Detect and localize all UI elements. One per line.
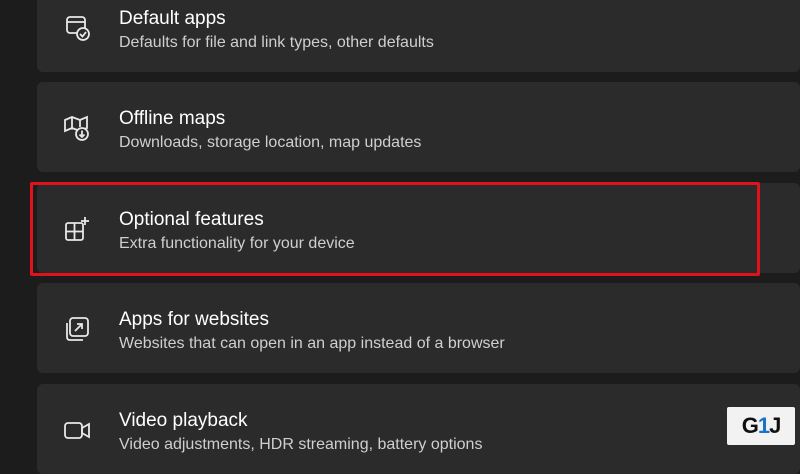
video-playback-icon <box>61 414 93 446</box>
apps-for-websites-icon <box>61 313 93 345</box>
settings-item-description: Downloads, storage location, map updates <box>119 134 422 151</box>
offline-maps-icon <box>61 112 93 144</box>
default-apps-icon <box>61 12 93 44</box>
settings-item-offline-maps[interactable]: Offline maps Downloads, storage location… <box>37 82 800 172</box>
settings-item-title: Default apps <box>119 8 226 29</box>
settings-item-video-playback[interactable]: Video playback Video adjustments, HDR st… <box>37 384 800 474</box>
optional-features-icon <box>61 213 93 245</box>
settings-item-optional-features[interactable]: Optional features Extra functionality fo… <box>37 183 800 273</box>
settings-item-description: Defaults for file and link types, other … <box>119 34 434 51</box>
watermark-text: G1J <box>741 413 782 438</box>
settings-item-description: Video adjustments, HDR streaming, batter… <box>119 436 483 453</box>
settings-item-title: Apps for websites <box>119 309 269 330</box>
settings-list: Default apps Defaults for file and link … <box>0 0 800 474</box>
settings-item-description: Extra functionality for your device <box>119 235 355 252</box>
settings-item-description: Websites that can open in an app instead… <box>119 335 505 352</box>
watermark-logo: G1J <box>727 407 795 445</box>
settings-item-title: Video playback <box>119 410 248 431</box>
settings-item-title: Offline maps <box>119 108 226 129</box>
settings-item-title: Optional features <box>119 209 264 230</box>
settings-item-default-apps[interactable]: Default apps Defaults for file and link … <box>37 0 800 72</box>
settings-item-apps-for-websites[interactable]: Apps for websites Websites that can open… <box>37 283 800 373</box>
